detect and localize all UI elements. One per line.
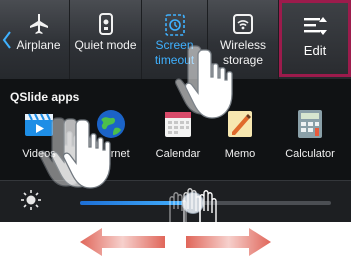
tap-hand-icon	[174, 45, 233, 119]
toggle-quiet-mode-label: Quiet mode	[74, 38, 137, 52]
brightness-icon[interactable]	[20, 189, 42, 211]
qslide-app-calculator[interactable]: Calculator	[275, 108, 345, 168]
toggle-airplane[interactable]: Airplane	[8, 0, 70, 79]
edit-label: Edit	[303, 43, 327, 58]
swipe-hand-icon	[40, 117, 111, 189]
calculator-icon	[298, 110, 322, 138]
drag-direction-arrows	[80, 228, 271, 256]
qslide-app-calendar-label: Calendar	[155, 148, 201, 160]
edit-button[interactable]: Edit	[279, 0, 351, 77]
qslide-app-memo-label: Memo	[224, 148, 256, 160]
toggle-quiet-mode[interactable]: Quiet mode	[70, 0, 142, 79]
qslide-section-title: QSlide apps	[10, 90, 80, 104]
qslide-app-calculator-label: Calculator	[285, 148, 335, 160]
wireless-storage-icon	[233, 14, 253, 34]
drag-hand-icon	[169, 188, 217, 222]
screen-timeout-icon	[164, 14, 185, 36]
toggle-airplane-label: Airplane	[16, 38, 61, 52]
quiet-mode-icon	[98, 13, 113, 35]
notification-panel: Airplane Quiet mode Screen timeout Wirel…	[0, 0, 351, 222]
edit-list-icon	[304, 17, 327, 35]
right-arrow-icon	[186, 228, 271, 256]
left-arrow-icon	[80, 228, 165, 256]
airplane-icon	[29, 14, 48, 34]
